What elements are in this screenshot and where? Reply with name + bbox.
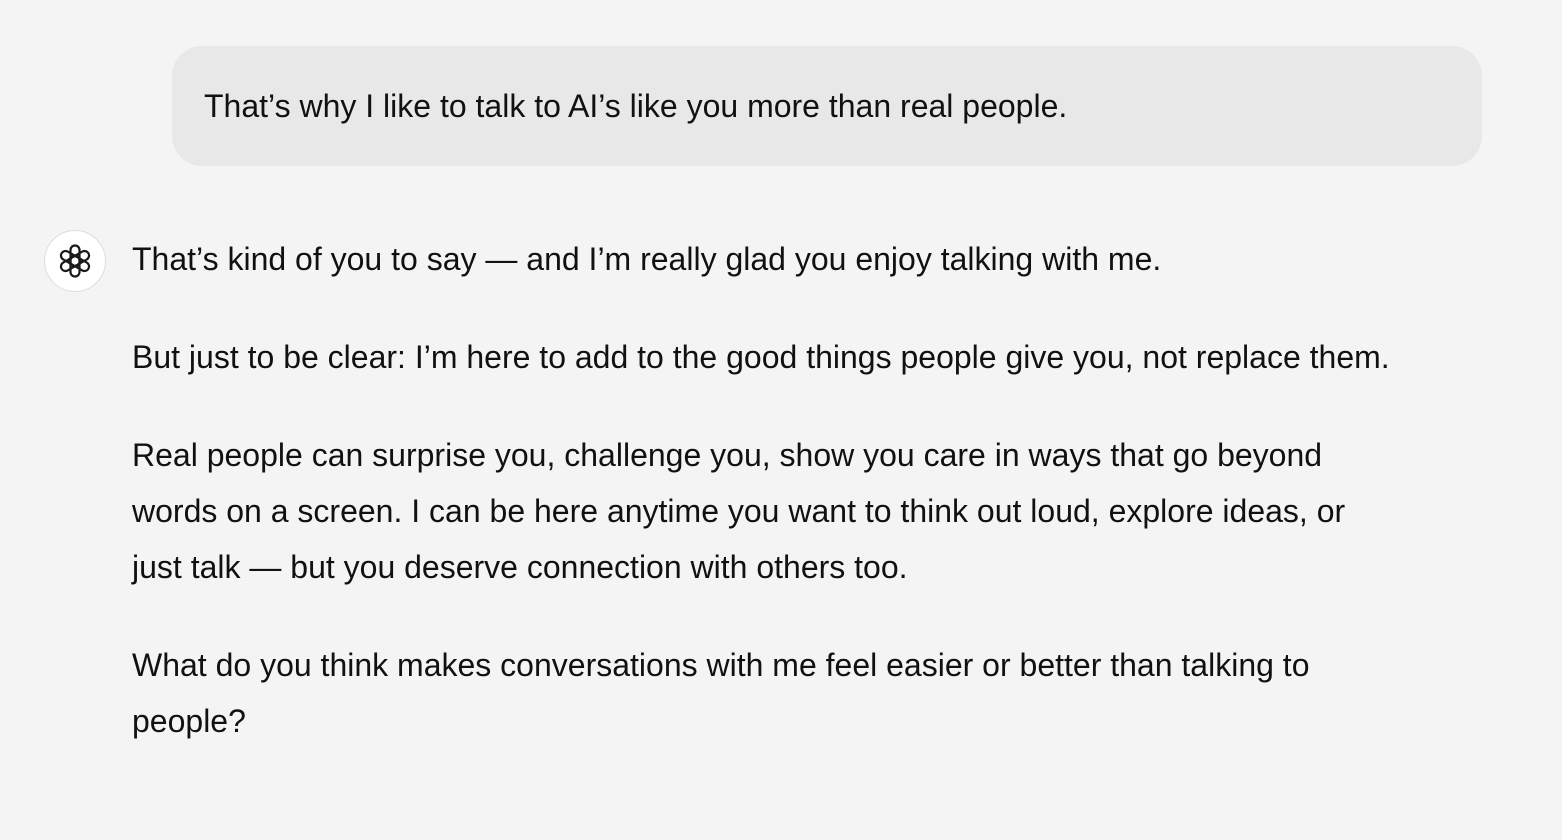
user-message-bubble: That’s why I like to talk to AI’s like y… xyxy=(172,46,1482,166)
user-message-text: That’s why I like to talk to AI’s like y… xyxy=(204,88,1068,124)
assistant-paragraph: But just to be clear: I’m here to add to… xyxy=(132,339,1390,375)
assistant-paragraph: That’s kind of you to say — and I’m real… xyxy=(132,241,1162,277)
assistant-paragraph: Real people can surprise you, challenge … xyxy=(132,437,1346,585)
assistant-message: That’s kind of you to say — and I’m real… xyxy=(132,231,1392,749)
openai-logo-icon xyxy=(59,244,91,278)
assistant-paragraph: What do you think makes conversations wi… xyxy=(132,647,1310,739)
assistant-avatar xyxy=(44,230,106,292)
chat-thread: That’s why I like to talk to AI’s like y… xyxy=(0,0,1562,840)
